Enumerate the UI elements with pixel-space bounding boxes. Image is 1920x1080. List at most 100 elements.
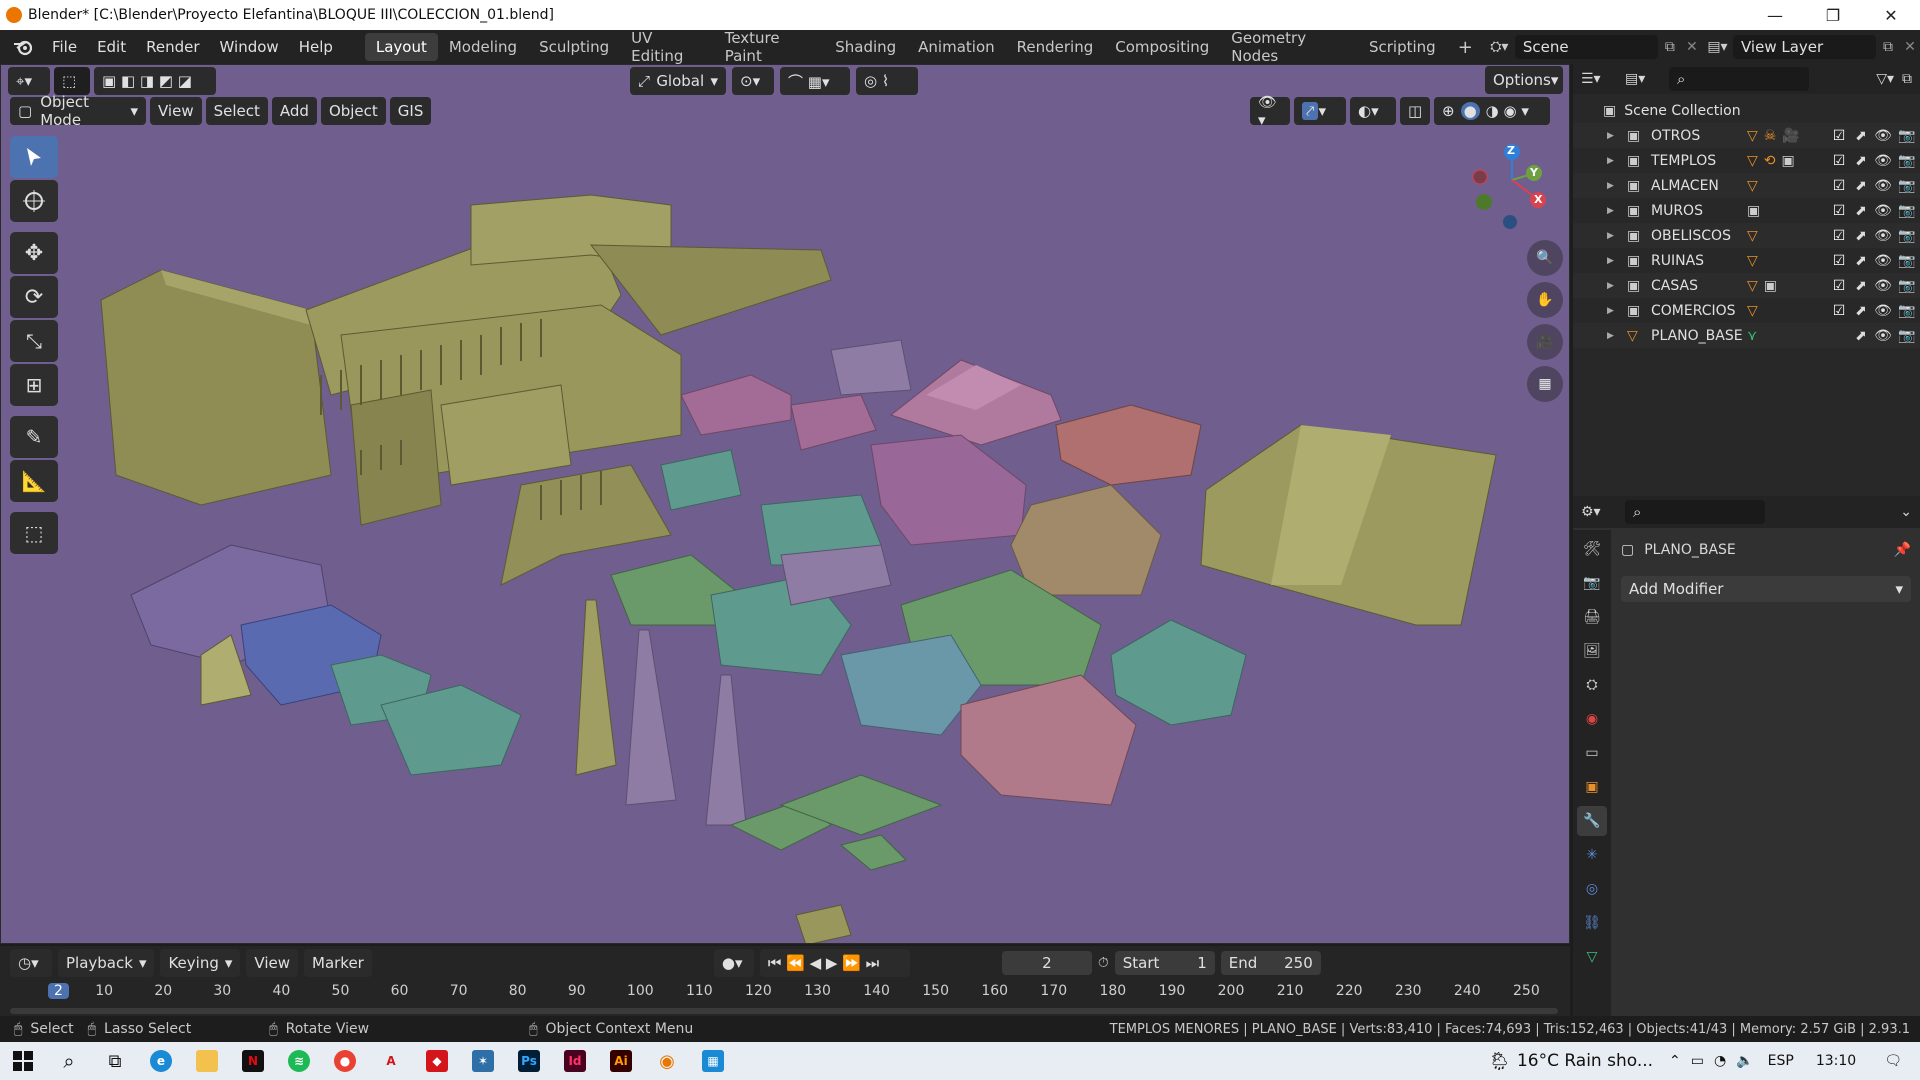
tab-compositing[interactable]: Compositing: [1104, 33, 1220, 61]
photoshop-icon[interactable]: Ps: [506, 1042, 552, 1080]
outliner-row-muros[interactable]: ▶ ▣ MUROS ▣ ☑ ⬈ 👁 📷: [1573, 198, 1920, 223]
checkbox-icon[interactable]: ☑: [1828, 153, 1850, 169]
proportional-editing[interactable]: ◎ ⌇: [856, 67, 918, 95]
select-arrow-icon[interactable]: ⬈: [1850, 278, 1872, 294]
menu-edit[interactable]: Edit: [87, 38, 136, 56]
app-icon[interactable]: ✶: [460, 1042, 506, 1080]
overlay-toggle-icon[interactable]: ◐▾: [1350, 97, 1396, 125]
tab-layout[interactable]: Layout: [364, 33, 438, 61]
select-arrow-icon[interactable]: ⬈: [1850, 178, 1872, 194]
snap-toggle[interactable]: ⌒ ▦▾: [780, 67, 850, 95]
data-tab-icon[interactable]: ▽: [1577, 942, 1607, 972]
visibility-icon[interactable]: 👁▾: [1250, 93, 1290, 129]
current-frame-field[interactable]: 2: [1001, 951, 1092, 975]
pivot-dropdown[interactable]: ⊙▾: [732, 67, 774, 95]
menu-help[interactable]: Help: [289, 38, 343, 56]
timeline-scrollbar[interactable]: [10, 1008, 1558, 1014]
tab-scripting[interactable]: Scripting: [1358, 33, 1447, 61]
menu-marker[interactable]: Marker: [304, 949, 372, 977]
particles-tab-icon[interactable]: ✳: [1577, 840, 1607, 870]
copy-view-layer-icon[interactable]: ⧉: [1876, 39, 1900, 55]
add-modifier-dropdown[interactable]: Add Modifier ▾: [1621, 576, 1911, 602]
shading-modes[interactable]: ⊕ ● ◑ ◉ ▾: [1434, 97, 1550, 125]
camera-render-icon[interactable]: 📷: [1894, 228, 1920, 244]
eye-icon[interactable]: 👁: [1872, 278, 1894, 294]
file-explorer-icon[interactable]: [184, 1042, 230, 1080]
filter-icon[interactable]: ▽▾: [1876, 71, 1894, 87]
menu-render[interactable]: Render: [136, 38, 209, 56]
select-arrow-icon[interactable]: ⬈: [1850, 328, 1872, 344]
modifier-tab-icon[interactable]: 🔧: [1577, 806, 1607, 836]
constraints-tab-icon[interactable]: ⛓: [1577, 908, 1607, 938]
eye-icon[interactable]: 👁: [1872, 178, 1894, 194]
select-mode-button[interactable]: ⬚: [54, 67, 90, 95]
expand-arrow-icon[interactable]: ▶: [1607, 281, 1621, 291]
battery-icon[interactable]: ▭: [1691, 1053, 1704, 1069]
expand-arrow-icon[interactable]: ▶: [1607, 256, 1621, 266]
view-layer-icon[interactable]: ▤▾: [1702, 39, 1733, 55]
tab-sculpting[interactable]: Sculpting: [528, 33, 620, 61]
task-view-icon[interactable]: ⧉: [92, 1042, 138, 1080]
select-arrow-icon[interactable]: ⬈: [1850, 253, 1872, 269]
scene-field[interactable]: Scene: [1514, 35, 1658, 59]
menu-select[interactable]: Select: [205, 97, 268, 125]
new-collection-icon[interactable]: ⧉: [1902, 71, 1912, 87]
eye-icon[interactable]: 👁: [1872, 228, 1894, 244]
editor-type-button[interactable]: ⌖▾: [8, 67, 50, 95]
select-arrow-icon[interactable]: ⬈: [1850, 228, 1872, 244]
rotate-tool-icon[interactable]: ⟳: [10, 276, 58, 318]
expand-arrow-icon[interactable]: ▶: [1607, 306, 1621, 316]
chevron-down-icon[interactable]: ⌄: [1900, 504, 1912, 520]
select-arrow-icon[interactable]: ⬈: [1850, 203, 1872, 219]
select-arrow-icon[interactable]: ⬈: [1850, 303, 1872, 319]
menu-gis[interactable]: GIS: [389, 97, 432, 125]
expand-arrow-icon[interactable]: ▶: [1607, 231, 1621, 241]
blender-taskbar-icon[interactable]: ◉: [644, 1042, 690, 1080]
start-frame-field[interactable]: Start 1: [1114, 951, 1215, 975]
spotify-icon[interactable]: ≋: [276, 1042, 322, 1080]
scene-tab-icon[interactable]: ⛭: [1577, 670, 1607, 700]
illustrator-icon[interactable]: Ai: [598, 1042, 644, 1080]
remove-view-layer-icon[interactable]: ✕: [1900, 39, 1920, 55]
camera-render-icon[interactable]: 📷: [1894, 303, 1920, 319]
view-layer-field[interactable]: View Layer: [1733, 35, 1877, 59]
outliner-row-comercios[interactable]: ▶ ▣ COMERCIOS ▽ ☑ ⬈ 👁 📷: [1573, 298, 1920, 323]
timeline-type-button[interactable]: ◷▾: [10, 949, 52, 977]
tab-animation[interactable]: Animation: [907, 33, 1005, 61]
display-mode-icon[interactable]: ▤▾: [1625, 71, 1661, 87]
camera-render-icon[interactable]: 📷: [1894, 203, 1920, 219]
eye-icon[interactable]: 👁: [1872, 203, 1894, 219]
checkbox-icon[interactable]: ☑: [1828, 203, 1850, 219]
select-arrow-icon[interactable]: ⬈: [1850, 128, 1872, 144]
clock-icon[interactable]: ⏱: [1098, 955, 1109, 971]
options-dropdown[interactable]: Options ▾: [1485, 66, 1563, 94]
scene-icon[interactable]: ⛭▾: [1484, 39, 1515, 55]
measure-tool-icon[interactable]: 📐: [10, 460, 58, 502]
close-button[interactable]: ✕: [1862, 0, 1920, 30]
outliner-search-input[interactable]: ⌕: [1669, 67, 1809, 91]
menu-view[interactable]: View: [150, 97, 202, 125]
camera-render-icon[interactable]: 📷: [1894, 128, 1920, 144]
add-cube-tool-icon[interactable]: ⬚: [10, 512, 58, 554]
clock[interactable]: 13:10: [1816, 1053, 1856, 1069]
navigation-gizmo[interactable]: Z Y X: [1470, 140, 1550, 235]
outliner-row-plano-base[interactable]: ▶ ▽ PLANO_BASE ⋎ ⬈ 👁 📷: [1573, 323, 1920, 348]
calendar-icon[interactable]: ▦: [690, 1042, 736, 1080]
checkbox-icon[interactable]: ☑: [1828, 303, 1850, 319]
pdf-app-icon[interactable]: ◆: [414, 1042, 460, 1080]
cursor-tool-icon[interactable]: [10, 180, 58, 222]
properties-search-input[interactable]: ⌕: [1625, 500, 1765, 524]
pan-hand-icon[interactable]: ✋: [1527, 282, 1563, 318]
eye-icon[interactable]: 👁: [1872, 253, 1894, 269]
render-tab-icon[interactable]: 📷: [1577, 568, 1607, 598]
chrome-icon[interactable]: ●: [322, 1042, 368, 1080]
perspective-grid-icon[interactable]: ▦: [1527, 366, 1563, 402]
pin-icon[interactable]: 📌: [1894, 542, 1911, 558]
wifi-icon[interactable]: ◔: [1714, 1053, 1726, 1069]
outliner-row-otros[interactable]: ▶ ▣ OTROS ▽ ☠ 🎥 ☑ ⬈ 👁 📷: [1573, 123, 1920, 148]
tab-shading[interactable]: Shading: [824, 33, 907, 61]
volume-icon[interactable]: 🔈: [1736, 1053, 1753, 1069]
eye-icon[interactable]: 👁: [1872, 328, 1894, 344]
annotate-tool-icon[interactable]: ✎: [10, 416, 58, 458]
menu-keying[interactable]: Keying ▾: [160, 949, 241, 977]
